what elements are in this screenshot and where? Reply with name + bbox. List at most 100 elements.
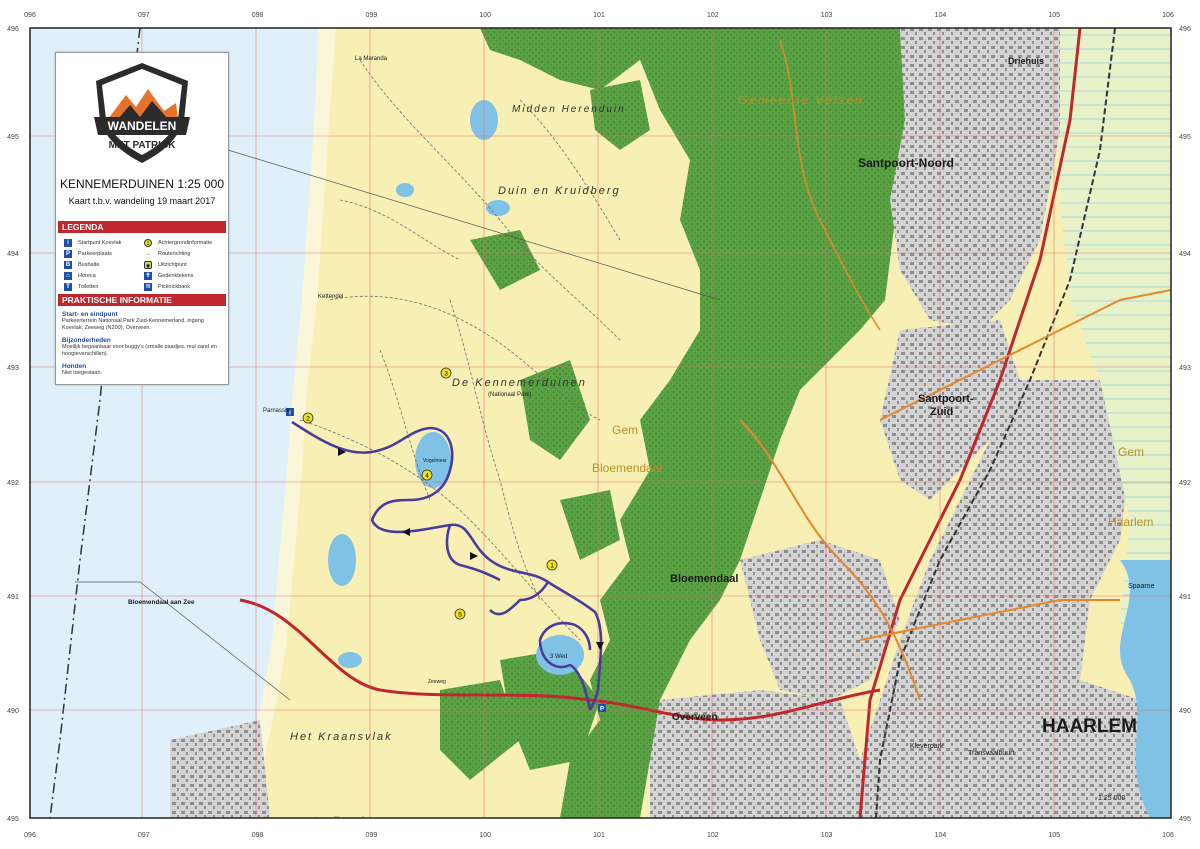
legend-label: Toiletten [78,283,99,290]
info-dogs-heading: Honden [62,363,87,370]
legend-item: ⌂ Horeca [62,270,146,281]
town-overveen [650,690,860,818]
info-dogs: Honden Niet toegestaan. [62,363,222,377]
frame-label-x: 099 [366,12,378,19]
label-gem-haarlem-1: Gem [1118,445,1144,459]
legend-item: T Toiletten [62,281,146,292]
logo-text-2: MET PATRICK [109,140,177,151]
info-particulars-heading: Bijzonderheden [62,337,111,344]
frame-label-y: 490 [1179,708,1191,715]
frame-label-x: 105 [1048,832,1060,839]
label-kleverpark: Kleverpark [910,743,944,750]
frame-label-y: 495 [7,816,19,823]
logo-text-1: WANDELEN [108,119,177,133]
toilet-icon: T [62,282,74,291]
frame-label-y: 492 [1179,480,1191,487]
frame-label-x: 102 [707,12,719,19]
background-info-icon: 1 [142,238,154,247]
parking-icon: P [64,249,72,258]
frame-label-y: 496 [7,26,19,33]
label-parnassia: Parnassia [263,408,290,414]
frame-label-y: 493 [1179,365,1191,372]
info-dogs-text: Niet toegestaan. [62,370,103,376]
label-bloemendaal-aan-zee: Bloemendaal aan Zee [128,599,195,606]
map-title: KENNEMERDUINEN 1:25 000 [59,177,225,191]
frame-label-x: 103 [821,832,833,839]
wandelen-met-patrick-logo: WANDELEN MET PATRICK [94,63,190,163]
legend-label: Bushalte [78,261,100,268]
label-gem-bloemendaal-1: Gem [612,423,638,437]
label-duin-en-kruidberg: Duin en Kruidberg [498,185,621,197]
route-point-5[interactable]: 5 [454,608,466,620]
legend-label: Gedenktekens [158,272,194,279]
viewpoint-icon: ◉ [144,260,152,269]
lake-small-2 [396,183,414,197]
label-gem-bloemendaal-2: Bloemendaal [592,461,662,475]
frame-label-y: 491 [1179,594,1191,601]
label-nationaal-park: (Nationaal Park) [488,392,531,398]
legend-label: Parkeerplaats [78,250,112,257]
frame-label-x: 103 [821,12,833,19]
info-start: Start- en eindpunt Parkeerterrein Nation… [62,311,222,332]
label-bloemendaal: Bloemendaal [670,573,738,585]
label-vogelmeer: Vogelmeer [423,458,447,464]
label-santpoort-zuid-2: Zuid [930,406,953,418]
lake-small-3 [338,652,362,668]
label-spaarne: Spaarne [1128,583,1155,590]
frame-label-x: 098 [252,832,264,839]
info-heading: PRAKTISCHE INFORMATIE [58,294,226,306]
route-point-1[interactable]: 1 [546,559,558,571]
legend-heading: LEGENDA [58,221,226,233]
legend-label: Picknickbank [158,283,191,290]
legend-label: Routerichting [158,250,191,257]
legend-label: Horeca [78,272,96,279]
info-icon: i [62,238,74,247]
legend-item: ◉ Uitzichtpunt [142,259,226,270]
route-point-2-label: 2 [306,416,310,423]
label-la-maranda: La Maranda [355,56,388,62]
legend-label: Startpunt Koevlak [78,239,122,246]
route-point-4[interactable]: 4 [421,469,433,481]
frame-label-x: 101 [593,12,605,19]
legend-item: ✝ Gedenktekens [142,270,226,281]
label-3wed: 3 Wed [550,654,567,660]
label-santpoort-zuid-1: Santpoort- [918,393,974,405]
frame-label-x: 106 [1162,832,1174,839]
label-santpoort-noord: Santpoort-Noord [858,156,954,170]
memorial-icon: ✝ [144,271,152,280]
legend-item: i Startpunt Koevlak [62,237,146,248]
label-kettendel: Kettendel [318,294,343,300]
legend-panel: WANDELEN MET PATRICK KENNEMERDUINEN 1:25… [55,52,229,385]
frame-label-x: 100 [479,12,491,19]
frame-label-x: 098 [252,12,264,19]
frame-label-y: 495 [1179,134,1191,141]
legend-item: → Routerichting [142,248,226,259]
info-particulars: Bijzonderheden Moeilijk begaanbaar voor … [62,337,222,358]
label-driehuis: Driehuis [1008,56,1044,66]
map-subtitle: Kaart t.b.v. wandeling 19 maart 2017 [68,196,216,206]
legend-label: Achtergrondinformatie [158,239,213,246]
route-point-3-label: 3 [444,371,448,378]
label-kennemerduinen: De Kennemerduinen [452,377,587,389]
route-point-2[interactable]: 2 [302,412,314,424]
legend-item: B Bushalte [62,259,146,270]
svg-text:P: P [600,707,604,713]
frame-label-x: 105 [1048,12,1060,19]
frame-label-x: 099 [366,832,378,839]
label-gemeente-velsen: Gemeente Velsen [738,93,864,107]
frame-label-x: 097 [138,12,150,19]
frame-label-y: 496 [1179,26,1191,33]
parking-marker[interactable]: P [598,704,606,713]
route-point-3[interactable]: 3 [440,367,452,379]
frame-label-y: 491 [7,594,19,601]
label-midden-herenduin: Midden Herenduin [512,104,626,115]
bus-icon: B [64,260,72,269]
legend-item: 1 Achtergrondinformatie [142,237,226,248]
frame-label-y: 495 [7,134,19,141]
frame-label-x: 104 [935,12,947,19]
info-start-text: Parkeerterrein Nationaal Park Zuid-Kenne… [62,318,204,331]
picnic-icon: π [144,282,152,291]
lake-parnassia [328,534,356,586]
frame-label-y: 493 [7,365,19,372]
frame-label-x: 102 [707,832,719,839]
